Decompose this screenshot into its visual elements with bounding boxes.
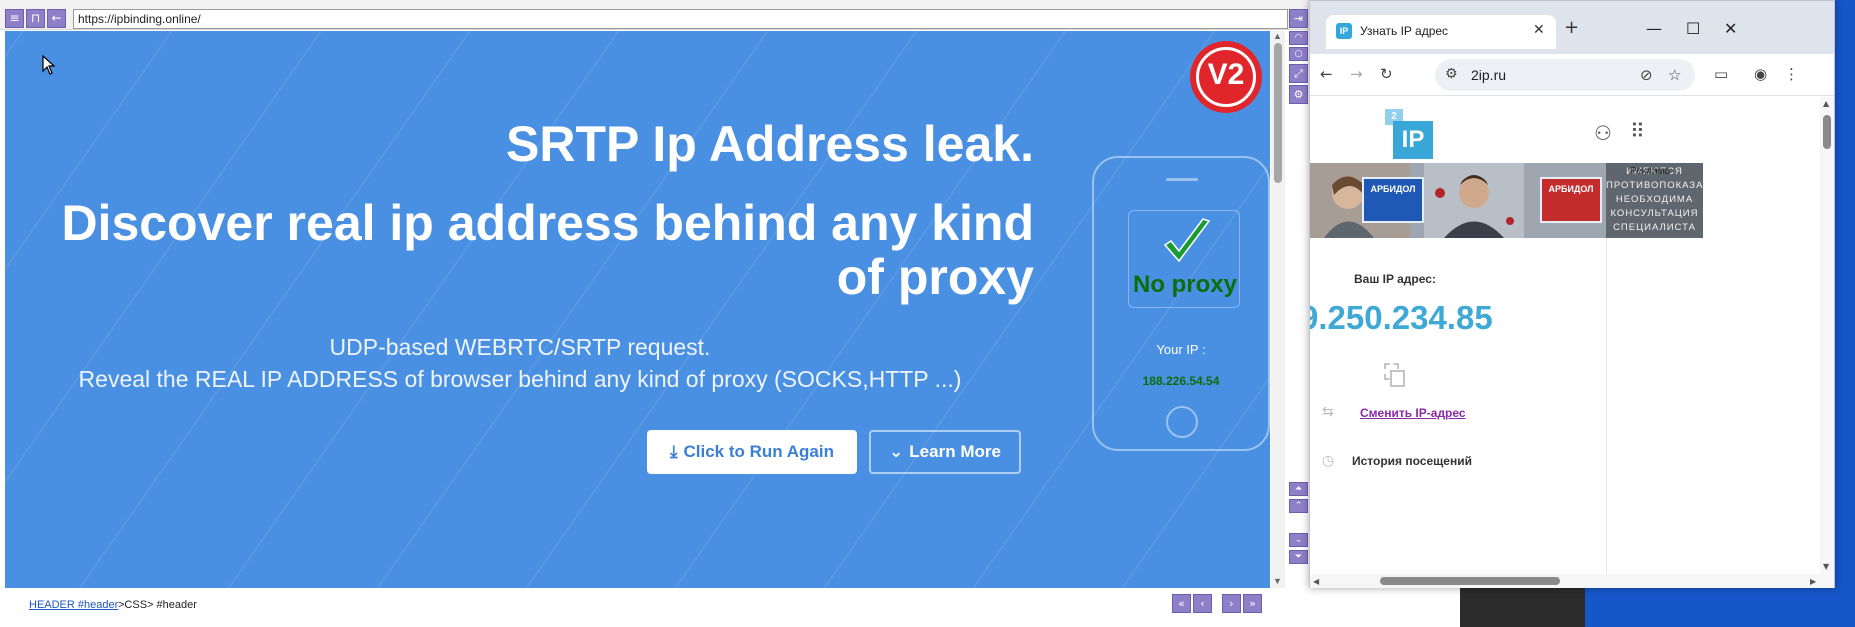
download-icon: ⤓ [669, 442, 678, 462]
your-ip-value: 188.226.54.54 [1142, 374, 1220, 388]
scroll-bottom-icon[interactable]: ⏷ [1289, 550, 1308, 564]
v2-logo: V2 [1190, 41, 1262, 113]
tab-title: Узнать IP адрес [1360, 24, 1449, 38]
record-icon[interactable]: ○ [1289, 47, 1308, 61]
logo-main: IP [1393, 121, 1433, 159]
learn-more-label: Learn More [909, 442, 1001, 461]
no-proxy-status: No proxy [1132, 271, 1237, 298]
run-again-button[interactable]: ⤓ Click to Run Again [647, 430, 857, 474]
webpage-hero: V2 SRTP Ip Address leak. Discover real i… [5, 31, 1270, 588]
2ip-logo[interactable]: 2 IP [1385, 109, 1433, 159]
minimize-icon[interactable]: — [1646, 19, 1662, 38]
scroll-up-icon[interactable]: ▲ [1823, 99, 1829, 108]
your-ip-label: Your IP : [1156, 342, 1206, 357]
side-toolbar: ⇥ ◠ ○ ⤢ ⚙ ⏶ ⌃ ⌄ ⏷ [1289, 9, 1309, 569]
run-again-label: Click to Run Again [683, 442, 835, 461]
2ip-page: 2 IP ⚇ ⠿ АРБИДОЛ АРБИДОЛ ИМЕЮТСЯ ПРОТИВО… [1310, 97, 1820, 574]
close-window-icon[interactable]: ✕ [1724, 19, 1737, 38]
scroll-top-icon[interactable]: ⏶ [1289, 482, 1308, 496]
ad-product-box-red: АРБИДОЛ [1540, 177, 1602, 223]
hero-subtitle-2: Reveal the REAL IP ADDRESS of browser be… [78, 366, 962, 392]
scroll-down-icon[interactable]: ▼ [1823, 562, 1829, 571]
chrome-hscroll-thumb[interactable] [1380, 577, 1560, 585]
ad-product-box: АРБИДОЛ [1362, 177, 1424, 223]
scroll-down-arrow-icon[interactable]: ▼ [1273, 576, 1282, 586]
chrome-vscroll-thumb[interactable] [1823, 115, 1831, 149]
cast-icon[interactable]: ▭ [1714, 65, 1728, 83]
bookmark-star-icon[interactable]: ☆ [1668, 66, 1681, 84]
back-icon[interactable]: ← [1320, 65, 1333, 83]
history-label[interactable]: История посещений [1352, 454, 1472, 468]
ad-banner[interactable]: АРБИДОЛ АРБИДОЛ ИМЕЮТСЯ ПРОТИВОПОКАЗАНИЯ… [1310, 163, 1703, 238]
chevron-down-icon: ⌄ [889, 442, 904, 462]
eye-slash-icon[interactable]: ⊘ [1640, 66, 1653, 84]
tab-2ip[interactable]: IP Узнать IP адрес ✕ [1326, 15, 1556, 49]
chrome-tab-strip: IP Узнать IP адрес ✕ + — ☐ ✕ [1310, 1, 1834, 59]
scrollbar-thumb[interactable] [1274, 43, 1282, 183]
address-bar[interactable]: ⚙ 2ip.ru ⊘ ☆ [1435, 59, 1695, 91]
first-page-icon[interactable]: « [1172, 594, 1191, 613]
desktop: ≡ ⊓ ← https://ipbinding.online/ V2 SRTP … [0, 0, 1855, 627]
ip-value: 9.250.234.85 [1310, 299, 1493, 336]
chrome-vertical-scrollbar[interactable]: ▲ ▼ [1820, 97, 1834, 574]
apps-grid-icon[interactable]: ⠿ [1630, 119, 1645, 143]
logo-text: V2 [1207, 58, 1245, 91]
left-browser-toolbar: ≡ ⊓ ← https://ipbinding.online/ [0, 0, 1310, 30]
status-element-link[interactable]: HEADER #header [29, 599, 118, 611]
scroll-right-icon[interactable]: ▶ [1810, 577, 1816, 586]
tab-close-icon[interactable]: ✕ [1533, 22, 1545, 38]
page-down-icon[interactable]: ⌄ [1289, 533, 1308, 547]
hero-title: SRTP Ip Address leak. [506, 116, 1034, 172]
forward-icon[interactable]: → [1350, 65, 1363, 83]
back-arrow-icon[interactable]: ← [47, 9, 66, 28]
menu-icon[interactable]: ≡ [5, 9, 24, 28]
next-page-icon[interactable]: › [1222, 594, 1241, 613]
page-up-icon[interactable]: ⌃ [1289, 499, 1308, 513]
new-tab-icon[interactable]: + [1564, 17, 1579, 38]
site-settings-icon[interactable]: ⚙ [1445, 66, 1458, 82]
status-bar: HEADER #header >CSS> #header « ‹ › » [0, 592, 1310, 627]
sidebar-divider [1606, 238, 1607, 574]
gear-icon[interactable]: ⚙ [1289, 85, 1308, 104]
tab-favicon-icon: IP [1336, 23, 1352, 39]
fullscreen-icon[interactable]: ⤢ [1289, 64, 1308, 83]
maximize-icon[interactable]: ☐ [1686, 19, 1700, 38]
enter-icon[interactable]: ⇥ [1289, 9, 1308, 28]
chrome-window: IP Узнать IP адрес ✕ + — ☐ ✕ ← → ↻ ⚙ 2ip… [1309, 0, 1835, 588]
more-menu-icon[interactable]: ⋮ [1784, 65, 1799, 83]
phone-screen: No proxy [1128, 210, 1240, 308]
ad-photo-man [1424, 163, 1524, 238]
address-text[interactable]: 2ip.ru [1471, 67, 1506, 83]
copy-icon[interactable] [1384, 363, 1406, 387]
checkmark-icon [1163, 218, 1211, 263]
history-icon: ◷ [1322, 453, 1335, 469]
chrome-toolbar: ← → ↻ ⚙ 2ip.ru ⊘ ☆ ▭ ◉ ⋮ [1310, 54, 1834, 96]
phone-home-button [1166, 406, 1198, 438]
last-page-icon[interactable]: » [1243, 594, 1262, 613]
wifi-icon[interactable]: ◠ [1289, 31, 1308, 45]
phone-speaker [1166, 178, 1198, 181]
scroll-left-icon[interactable]: ◀ [1313, 577, 1319, 586]
reload-icon[interactable]: ↻ [1380, 65, 1393, 83]
status-css-path: >CSS> #header [118, 599, 197, 611]
left-vertical-scrollbar[interactable]: ▲ ▼ [1271, 31, 1285, 588]
left-browser-window: ≡ ⊓ ← https://ipbinding.online/ V2 SRTP … [0, 0, 1310, 627]
prev-page-icon[interactable]: ‹ [1193, 594, 1212, 613]
ad-label: Реклама [1630, 166, 1671, 177]
profile-icon[interactable]: ◉ [1754, 65, 1767, 83]
chrome-horizontal-scrollbar[interactable]: ◀ ▶ [1310, 574, 1834, 588]
user-icon[interactable]: ⚇ [1594, 121, 1612, 145]
learn-more-button[interactable]: ⌄ Learn More [869, 430, 1021, 474]
hero-subtitle-1: UDP-based WEBRTC/SRTP request. [329, 334, 711, 360]
ip-label: Ваш IP адрес: [1354, 272, 1436, 286]
url-field[interactable]: https://ipbinding.online/ [73, 9, 1288, 29]
pulse-icon[interactable]: ⊓ [26, 9, 45, 28]
phone-mockup: No proxy Your IP : 188.226.54.54 [1092, 156, 1270, 451]
hero-headline: Discover real ip address behind any kind… [61, 195, 1034, 305]
scroll-up-arrow-icon[interactable]: ▲ [1273, 31, 1282, 41]
swap-icon: ⇆ [1322, 404, 1334, 420]
change-ip-link[interactable]: Сменить IP-адрес [1360, 406, 1466, 420]
